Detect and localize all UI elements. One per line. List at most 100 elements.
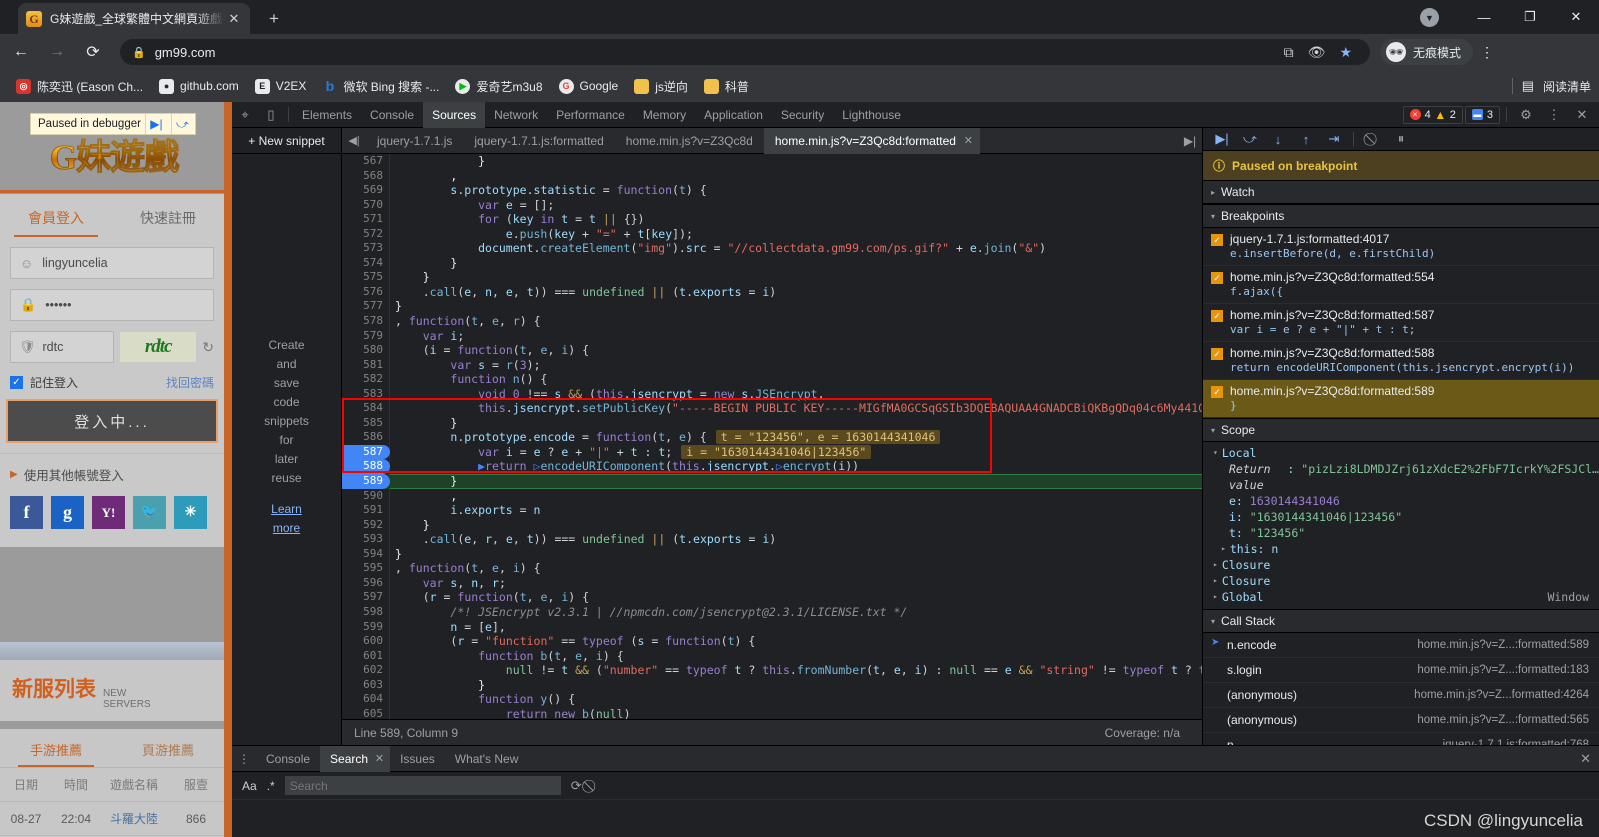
code-line[interactable]: 592 } [342, 518, 1202, 533]
twitter-icon[interactable]: 🐦 [133, 496, 166, 529]
code-line[interactable]: 587 var i = e ? e + "|" + t : t; i = "163… [342, 444, 1202, 460]
line-number[interactable]: 568 [342, 169, 390, 184]
line-number[interactable]: 605 [342, 707, 390, 719]
close-icon[interactable]: ✕ [964, 128, 973, 154]
profile-chevron-icon[interactable]: ▼ [1420, 8, 1439, 27]
line-number[interactable]: 586 [342, 430, 390, 445]
close-devtools-icon[interactable]: ✕ [1569, 102, 1595, 128]
code-line[interactable]: 594} [342, 547, 1202, 562]
call-stack-frame[interactable]: n.encode home.min.js?v=Z...:formatted:589 [1203, 633, 1599, 658]
code-line[interactable]: 578 , function(t, e, r) { [342, 314, 1202, 329]
bookmark-item[interactable]: ▶ 爱奇艺m3u8 [447, 74, 550, 98]
scope-closure-2[interactable]: ▸ Closure [1203, 573, 1599, 589]
tab-member-login[interactable]: 會員登入 [0, 194, 112, 237]
line-number[interactable]: 591 [342, 503, 390, 518]
reading-list-icon[interactable]: ▤ [1522, 78, 1534, 94]
forgot-password-link[interactable]: 找回密碼 [166, 374, 214, 391]
code-line[interactable]: 590 , [342, 489, 1202, 504]
file-tab-homemin-formatted[interactable]: home.min.js?v=Z3Qc8d:formatted ✕ [763, 128, 980, 154]
code-line[interactable]: 588 ▶return ▷encodeURIComponent(this.jse… [342, 459, 1202, 475]
line-number[interactable]: 567 [342, 154, 390, 169]
drawer-tab-issues[interactable]: Issues [390, 746, 445, 772]
reading-list-label[interactable]: 阅读清单 [1543, 78, 1591, 95]
window-close-icon[interactable]: ✕ [1553, 0, 1599, 34]
line-number[interactable]: 594 [342, 547, 390, 562]
tab-lighthouse[interactable]: Lighthouse [833, 102, 910, 128]
code-line[interactable]: 569 s.prototype.statistic = function(t) … [342, 183, 1202, 198]
line-number[interactable]: 599 [342, 620, 390, 635]
code-line[interactable]: 577} [342, 299, 1202, 314]
code-line[interactable]: 604 function y() { [342, 692, 1202, 707]
code-line[interactable]: 574 } [342, 256, 1202, 271]
code-line[interactable]: 580 (i = function(t, e, i) { [342, 343, 1202, 358]
breakpoint-checkbox[interactable]: ✓ [1211, 272, 1223, 284]
line-number[interactable]: 590 [342, 489, 390, 504]
tab-sources[interactable]: Sources [423, 101, 486, 128]
bookmark-item[interactable]: ◎ 陈奕迅 (Eason Ch... [8, 74, 151, 98]
step-icon[interactable]: ⇥ [1321, 128, 1347, 150]
code-line[interactable]: 567 } [342, 154, 1202, 169]
captcha-refresh-icon[interactable]: ↻ [202, 339, 214, 356]
code-line[interactable]: 596 var s, n, r; [342, 576, 1202, 591]
pause-on-exceptions-icon[interactable]: ⏸ [1388, 128, 1414, 150]
device-toolbar-icon[interactable]: ▯ [258, 102, 284, 128]
regex-button[interactable]: .* [267, 779, 275, 793]
code-line[interactable]: 584 this.jsencrypt.setPublicKey("-----BE… [342, 401, 1202, 416]
learn-more-link[interactable]: more [232, 519, 341, 538]
remember-login-checkbox[interactable]: ✓ 記住登入 [10, 374, 78, 391]
drawer-more-icon[interactable]: ⋮ [232, 752, 256, 766]
line-number[interactable]: 598 [342, 605, 390, 620]
code-line[interactable]: 600 (r = "function" == typeof (s = funct… [342, 634, 1202, 649]
code-line[interactable]: 593 .call(e, r, e, t)) === undefined || … [342, 532, 1202, 547]
messages-counter[interactable]: ▬ 3 [1464, 105, 1500, 124]
tab-memory[interactable]: Memory [634, 102, 695, 128]
tab-console[interactable]: Console [361, 102, 423, 128]
drawer-close-icon[interactable]: ✕ [1580, 751, 1591, 767]
drawer-tab-console[interactable]: Console [256, 746, 320, 772]
line-number[interactable]: 570 [342, 198, 390, 213]
new-snippet-button[interactable]: + New snippet [232, 128, 341, 154]
deactivate-breakpoints-icon[interactable]: ⃠ [1360, 128, 1386, 150]
inspect-element-icon[interactable]: ⌖ [232, 102, 258, 128]
captcha-input[interactable]: 🛡 rdtc [10, 331, 114, 363]
step-over-icon[interactable]: ⤻ [1237, 128, 1263, 150]
line-number[interactable]: 596 [342, 576, 390, 591]
expand-tabs-icon[interactable]: ▶| [1178, 128, 1202, 154]
code-line[interactable]: 599 n = [e], [342, 620, 1202, 635]
maximize-icon[interactable]: ❐ [1507, 0, 1553, 34]
bookmark-folder[interactable]: 科普 [696, 74, 757, 98]
line-number[interactable]: 589 [342, 474, 390, 489]
match-case-button[interactable]: Aa [242, 779, 257, 793]
code-line[interactable]: 591 i.exports = n [342, 503, 1202, 518]
line-number[interactable]: 600 [342, 634, 390, 649]
bookmark-star-icon[interactable]: ★ [1339, 44, 1352, 61]
line-number[interactable]: 583 [342, 387, 390, 402]
line-number[interactable]: 569 [342, 183, 390, 198]
close-icon[interactable]: ✕ [375, 746, 384, 772]
resume-script-icon[interactable]: ▶| [144, 114, 167, 134]
bookmark-item[interactable]: G Google [551, 74, 627, 98]
line-number[interactable]: 582 [342, 372, 390, 387]
username-field[interactable]: ☺ lingyuncelia [10, 247, 214, 279]
code-line[interactable]: 570 var e = []; [342, 198, 1202, 213]
drawer-tab-search[interactable]: Search ✕ [320, 745, 391, 772]
minimize-icon[interactable]: — [1461, 0, 1507, 34]
line-number[interactable]: 572 [342, 227, 390, 242]
reload-icon[interactable]: ⟳ [78, 37, 108, 67]
code-line[interactable]: 589 } [342, 474, 1202, 489]
line-number[interactable]: 571 [342, 212, 390, 227]
line-number[interactable]: 584 [342, 401, 390, 416]
address-bar[interactable]: 🔒 gm99.com ⧉ 👁 ★ [120, 39, 1370, 65]
line-number[interactable]: 604 [342, 692, 390, 707]
breakpoint-item-selected[interactable]: ✓ home.min.js?v=Z3Qc8d:formatted:589 } [1203, 380, 1599, 418]
code-line[interactable]: 568 , [342, 169, 1202, 184]
call-stack-frame[interactable]: (anonymous) home.min.js?v=Z...formatted:4… [1203, 683, 1599, 708]
scope-section-header[interactable]: ▾ Scope [1203, 418, 1599, 442]
resume-script-icon[interactable]: ▶| [1209, 128, 1235, 150]
step-into-icon[interactable]: ↓ [1265, 128, 1291, 150]
file-tab-jquery-formatted[interactable]: jquery-1.7.1.js:formatted [463, 128, 614, 154]
breakpoints-section-header[interactable]: ▾ Breakpoints [1203, 204, 1599, 228]
login-button[interactable]: 登入中... [8, 401, 216, 441]
forward-icon[interactable]: → [42, 37, 72, 67]
call-stack-frame[interactable]: (anonymous) home.min.js?v=Z...:formatted:… [1203, 708, 1599, 733]
